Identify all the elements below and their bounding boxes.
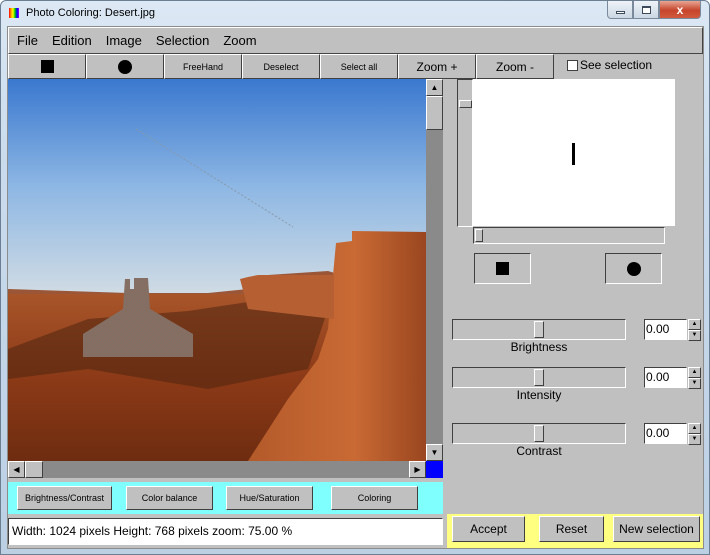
- circle-icon: [626, 261, 641, 276]
- intensity-slider[interactable]: [452, 367, 626, 388]
- vertical-scroll-thumb[interactable]: [426, 96, 443, 130]
- commit-bar: Accept Reset New selection: [447, 514, 703, 548]
- image-horizontal-scrollbar[interactable]: ◀ ▶: [8, 461, 426, 478]
- menu-edition[interactable]: Edition: [45, 27, 99, 54]
- close-icon: x: [676, 2, 684, 17]
- arrow-up-icon: ▲: [430, 83, 439, 92]
- scroll-right-button[interactable]: ▶: [409, 461, 426, 478]
- see-selection-toggle[interactable]: See selection: [567, 58, 652, 72]
- freehand-button[interactable]: FreeHand: [164, 54, 242, 79]
- brightness-increment[interactable]: ▲: [688, 319, 701, 330]
- maximize-button[interactable]: [633, 1, 659, 19]
- brightness-input[interactable]: 0.00: [644, 319, 687, 340]
- see-selection-checkbox[interactable]: [567, 59, 578, 71]
- menu-bar: File Edition Image Selection Zoom: [8, 27, 703, 54]
- scroll-up-button[interactable]: ▲: [426, 79, 443, 96]
- hue-saturation-button[interactable]: Hue/Saturation: [226, 486, 313, 510]
- contrast-slider[interactable]: [452, 423, 626, 444]
- brightness-decrement[interactable]: ▼: [688, 330, 701, 341]
- intensity-label: Intensity: [516, 388, 562, 402]
- select-all-button[interactable]: Select all: [320, 54, 398, 79]
- coloring-button[interactable]: Coloring: [331, 486, 418, 510]
- square-icon: [496, 262, 509, 275]
- contrast-slider-thumb[interactable]: [534, 425, 544, 442]
- see-selection-label: See selection: [580, 58, 653, 72]
- accept-button[interactable]: Accept: [452, 516, 525, 542]
- desert-photo: [8, 79, 426, 461]
- toolbar: FreeHand Deselect Select all Zoom + Zoom…: [8, 54, 554, 79]
- scroll-left-button[interactable]: ◀: [8, 461, 25, 478]
- preview-horizontal-thumb[interactable]: [475, 229, 483, 242]
- minimize-button[interactable]: [607, 1, 633, 19]
- contrast-input[interactable]: 0.00: [644, 423, 687, 444]
- menu-zoom[interactable]: Zoom: [216, 27, 263, 54]
- new-selection-button[interactable]: New selection: [613, 516, 700, 542]
- intensity-increment[interactable]: ▲: [688, 367, 701, 378]
- brightness-label: Brightness: [510, 340, 568, 354]
- deselect-button[interactable]: Deselect: [242, 54, 320, 79]
- preview-square-button[interactable]: [474, 253, 531, 284]
- preview-horizontal-scrollbar[interactable]: [473, 227, 665, 244]
- circle-icon: [118, 59, 132, 74]
- image-vertical-scrollbar[interactable]: ▲ ▼: [426, 79, 443, 461]
- arrow-right-icon: ▶: [414, 465, 421, 474]
- arrow-left-icon: ◀: [13, 465, 20, 474]
- horizontal-scroll-thumb[interactable]: [25, 461, 43, 478]
- zoom-out-button[interactable]: Zoom -: [476, 54, 554, 79]
- preview-vertical-scrollbar[interactable]: [457, 79, 473, 227]
- square-icon: [40, 60, 54, 73]
- intensity-input[interactable]: 0.00: [644, 367, 687, 388]
- brightness-contrast-button[interactable]: Brightness/Contrast: [17, 486, 112, 510]
- reset-button[interactable]: Reset: [539, 516, 604, 542]
- zoom-in-button[interactable]: Zoom +: [398, 54, 476, 79]
- adjustment-actions-bar: Brightness/Contrast Color balance Hue/Sa…: [8, 482, 443, 514]
- app-window: Photo Coloring: Desert.jpg x File Editio…: [0, 0, 710, 555]
- contrast-label: Contrast: [516, 444, 562, 458]
- brightness-slider[interactable]: [452, 319, 626, 340]
- minimize-icon: [615, 10, 625, 14]
- status-field: Width: 1024 pixels Height: 768 pixels zo…: [8, 518, 443, 545]
- ellipse-select-button[interactable]: [86, 54, 164, 79]
- contrast-increment[interactable]: ▲: [688, 423, 701, 434]
- maximize-icon: [641, 5, 651, 14]
- menu-file[interactable]: File: [9, 27, 45, 54]
- intensity-slider-thumb[interactable]: [534, 369, 544, 386]
- intensity-decrement[interactable]: ▼: [688, 378, 701, 389]
- preview-circle-button[interactable]: [605, 253, 662, 284]
- brightness-slider-thumb[interactable]: [534, 321, 544, 338]
- color-balance-button[interactable]: Color balance: [126, 486, 213, 510]
- client-area: File Edition Image Selection Zoom FreeHa…: [7, 26, 704, 549]
- preview-vertical-thumb[interactable]: [459, 100, 472, 108]
- app-palette-icon: [9, 8, 19, 18]
- title-bar: Photo Coloring: Desert.jpg x: [1, 1, 709, 25]
- text-cursor-icon: [572, 143, 575, 165]
- scroll-down-button[interactable]: ▼: [426, 444, 443, 461]
- selection-preview: [473, 79, 675, 226]
- menu-selection[interactable]: Selection: [149, 27, 216, 54]
- menu-image[interactable]: Image: [99, 27, 149, 54]
- contrast-decrement[interactable]: ▼: [688, 434, 701, 445]
- image-canvas[interactable]: [8, 79, 426, 461]
- rect-select-button[interactable]: [8, 54, 86, 79]
- color-swatch: [426, 461, 443, 478]
- close-button[interactable]: x: [659, 1, 701, 19]
- arrow-down-icon: ▼: [430, 448, 439, 457]
- window-title: Photo Coloring: Desert.jpg: [26, 7, 156, 19]
